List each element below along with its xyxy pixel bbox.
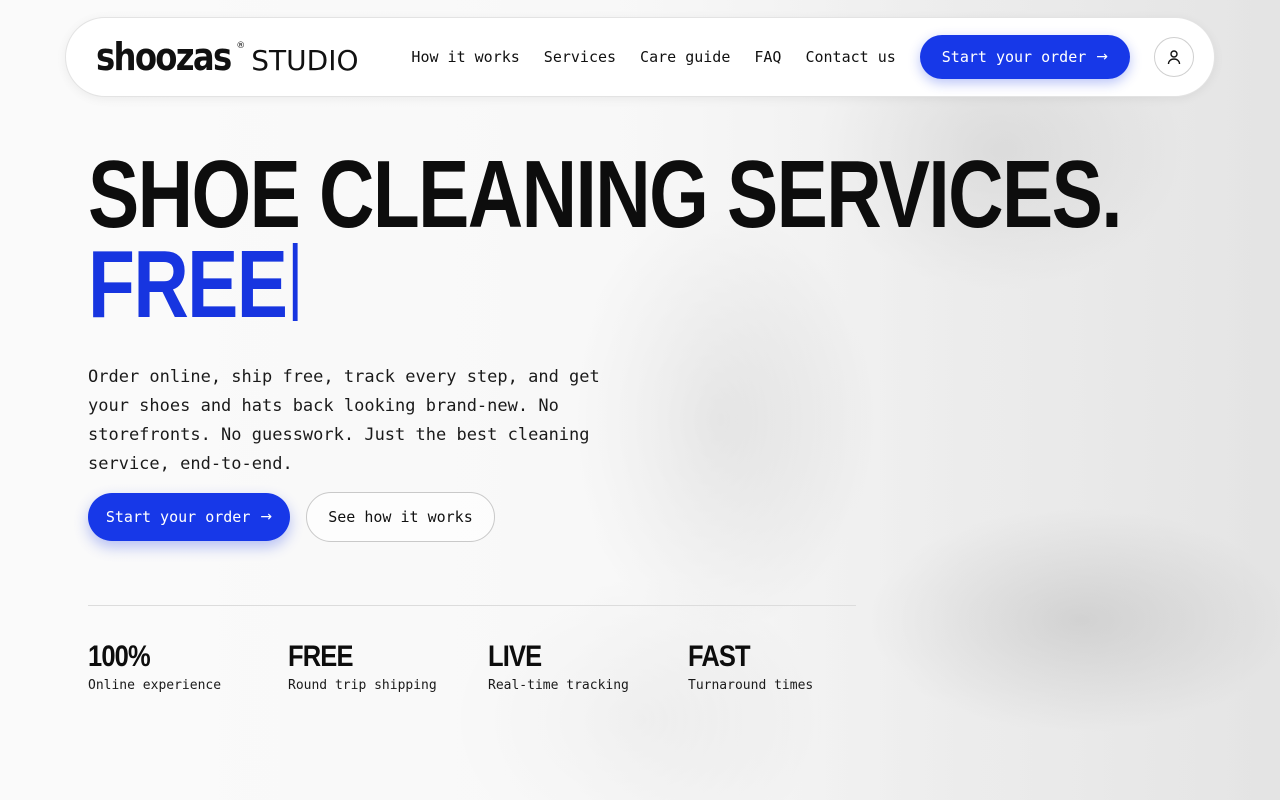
stats-divider (88, 605, 856, 606)
account-button[interactable] (1154, 37, 1194, 77)
stat-item: LIVE Real-time tracking (488, 640, 688, 693)
nav-start-order-label: Start your order (941, 48, 1087, 66)
nav-link-contact-us[interactable]: Contact us (805, 48, 895, 66)
stat-value: LIVE (488, 640, 542, 673)
arrow-right-icon: → (260, 509, 273, 525)
see-how-it-works-button[interactable]: See how it works (306, 492, 495, 542)
stat-value: FAST (688, 640, 751, 673)
stat-label: Round trip shipping (288, 678, 437, 693)
brand-name: shoozas (96, 35, 232, 79)
stats-row: 100% Online experience FREE Round trip s… (88, 640, 888, 693)
hero-description: Order online, ship free, track every ste… (88, 367, 600, 474)
nav-links: How it works Services Care guide FAQ Con… (411, 48, 895, 66)
nav-link-faq[interactable]: FAQ (754, 48, 781, 66)
stat-value: 100% (88, 640, 151, 673)
nav-link-how-it-works[interactable]: How it works (411, 48, 519, 66)
see-how-it-works-label: See how it works (328, 508, 473, 526)
stat-item: 100% Online experience (88, 640, 288, 693)
typing-cursor (292, 243, 298, 321)
top-navigation: shoozas ® STUDIO How it works Services C… (65, 17, 1215, 97)
stat-label: Turnaround times (688, 678, 814, 693)
nav-start-order-button[interactable]: Start your order → (919, 35, 1130, 79)
stat-label: Online experience (88, 678, 222, 693)
arrow-right-icon: → (1096, 49, 1108, 65)
stat-label: Real-time tracking (488, 678, 629, 693)
brand-logo[interactable]: shoozas ® STUDIO (96, 35, 359, 79)
hero-title: SHOE CLEANING SERVICES. FREE (88, 147, 1123, 338)
stat-item: FAST Turnaround times (688, 640, 888, 693)
nav-link-care-guide[interactable]: Care guide (640, 48, 730, 66)
start-order-button[interactable]: Start your order → (88, 493, 290, 541)
stat-item: FREE Round trip shipping (288, 640, 488, 693)
brand-sub: STUDIO (251, 44, 359, 77)
hero-title-line2: FREE (88, 231, 288, 338)
nav-link-services[interactable]: Services (544, 48, 616, 66)
start-order-label: Start your order (105, 508, 251, 526)
stat-value: FREE (288, 640, 353, 673)
registered-mark: ® (236, 41, 246, 51)
user-icon (1167, 50, 1181, 65)
